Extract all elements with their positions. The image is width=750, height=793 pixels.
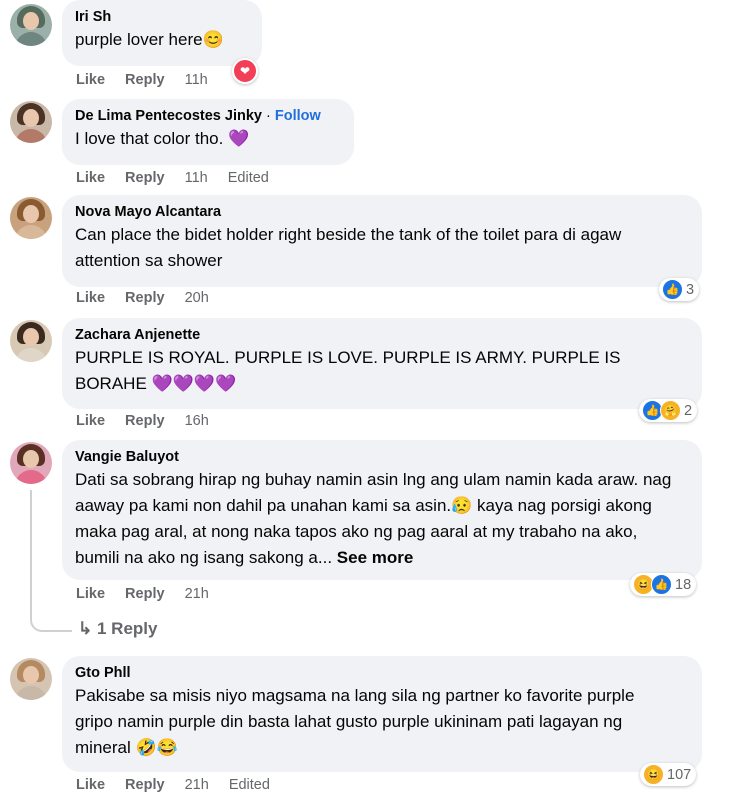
comment-actions: Like Reply 21h Edited xyxy=(76,777,286,793)
thread-connector xyxy=(30,610,72,632)
like-reaction-icon: 👍 xyxy=(662,279,683,300)
reactions-summary[interactable]: 👍 3 xyxy=(659,278,700,301)
comment-actions: Like Reply 11h xyxy=(76,72,224,88)
see-more-link[interactable]: See more xyxy=(337,548,414,567)
reactions-summary[interactable]: 😆 👍 18 xyxy=(630,573,697,596)
reply-button[interactable]: Reply xyxy=(125,413,165,429)
comment-text: I love that color tho. 💜 xyxy=(75,129,250,148)
care-reaction-icon: 🤗 xyxy=(660,400,681,421)
comment-bubble: Nova Mayo Alcantara Can place the bidet … xyxy=(62,195,702,287)
reaction-count: 3 xyxy=(686,281,695,298)
timestamp[interactable]: 20h xyxy=(185,290,209,306)
reaction-count: 18 xyxy=(675,576,692,593)
follow-button[interactable]: Follow xyxy=(275,108,321,124)
comment-bubble: Iri Sh purple lover here😊 xyxy=(62,0,262,66)
commenter-name[interactable]: De Lima Pentecostes Jinky xyxy=(75,108,262,124)
sad-emoji-icon: 😥 xyxy=(451,496,473,515)
reply-count: 1 Reply xyxy=(96,619,158,638)
comment-actions: Like Reply 16h xyxy=(76,413,225,429)
edited-label[interactable]: Edited xyxy=(229,777,270,793)
comment-actions: Like Reply 11h Edited xyxy=(76,170,285,186)
like-button[interactable]: Like xyxy=(76,170,105,186)
reply-button[interactable]: Reply xyxy=(125,170,165,186)
commenter-name[interactable]: Vangie Baluyot xyxy=(75,448,690,467)
like-reaction-icon: 👍 xyxy=(651,574,672,595)
timestamp[interactable]: 21h xyxy=(185,777,209,793)
haha-reaction-icon: 😆 xyxy=(643,764,664,785)
timestamp[interactable]: 11h xyxy=(185,170,208,186)
comment-text: Can place the bidet holder right beside … xyxy=(75,225,626,270)
view-replies-link[interactable]: ↳ 1 Reply xyxy=(78,619,157,639)
like-button[interactable]: Like xyxy=(76,777,105,793)
reply-button[interactable]: Reply xyxy=(125,290,165,306)
commenter-header: De Lima Pentecostes Jinky · Follow xyxy=(75,107,342,126)
like-button[interactable]: Like xyxy=(76,72,105,88)
commenter-name[interactable]: Gto Phll xyxy=(75,664,690,683)
comment-bubble: Vangie Baluyot Dati sa sobrang hirap ng … xyxy=(62,440,702,580)
comment-text: Dati sa sobrang hirap ng buhay namin asi… xyxy=(75,470,677,567)
comment-actions: Like Reply 20h xyxy=(76,290,225,306)
like-button[interactable]: Like xyxy=(76,586,105,602)
commenter-name[interactable]: Zachara Anjenette xyxy=(75,326,690,345)
edited-label[interactable]: Edited xyxy=(228,170,269,186)
reply-button[interactable]: Reply xyxy=(125,72,165,88)
reactions-summary[interactable]: 😆 107 xyxy=(640,763,697,786)
reply-button[interactable]: Reply xyxy=(125,586,165,602)
commenter-name[interactable]: Nova Mayo Alcantara xyxy=(75,203,690,222)
purple-heart-emoji-icon: 💜 xyxy=(228,129,250,148)
comment-bubble: De Lima Pentecostes Jinky · Follow I lov… xyxy=(62,99,354,165)
comment-text: PURPLE IS ROYAL. PURPLE IS LOVE. PURPLE … xyxy=(75,348,626,393)
thread-line xyxy=(30,490,32,610)
reactions-summary[interactable]: 👍 🤗 2 xyxy=(639,399,698,422)
avatar[interactable] xyxy=(10,197,52,239)
timestamp[interactable]: 11h xyxy=(185,72,208,88)
like-button[interactable]: Like xyxy=(76,290,105,306)
avatar[interactable] xyxy=(10,320,52,362)
separator: · xyxy=(261,108,275,124)
reply-button[interactable]: Reply xyxy=(125,777,165,793)
reply-arrow-icon: ↳ xyxy=(78,619,93,638)
avatar[interactable] xyxy=(10,4,52,46)
like-button[interactable]: Like xyxy=(76,413,105,429)
reaction-count: 107 xyxy=(667,766,692,783)
timestamp[interactable]: 21h xyxy=(185,586,209,602)
avatar[interactable] xyxy=(10,101,52,143)
smile-emoji-icon: 😊 xyxy=(202,30,224,49)
comment-text: purple lover here😊 xyxy=(75,30,224,49)
purple-hearts-emoji-icon: 💜💜💜💜 xyxy=(151,374,237,393)
reaction-count: 2 xyxy=(684,402,693,419)
love-reaction-icon[interactable]: ❤ xyxy=(232,58,258,84)
laughing-emoji-icon: 🤣😂 xyxy=(135,738,178,757)
avatar[interactable] xyxy=(10,442,52,484)
timestamp[interactable]: 16h xyxy=(185,413,209,429)
commenter-name[interactable]: Iri Sh xyxy=(75,8,250,27)
comment-bubble: Zachara Anjenette PURPLE IS ROYAL. PURPL… xyxy=(62,318,702,409)
avatar[interactable] xyxy=(10,658,52,700)
comment-actions: Like Reply 21h xyxy=(76,586,225,602)
comment-text: Pakisabe sa misis niyo magsama na lang s… xyxy=(75,686,640,757)
comment-bubble: Gto Phll Pakisabe sa misis niyo magsama … xyxy=(62,656,702,772)
